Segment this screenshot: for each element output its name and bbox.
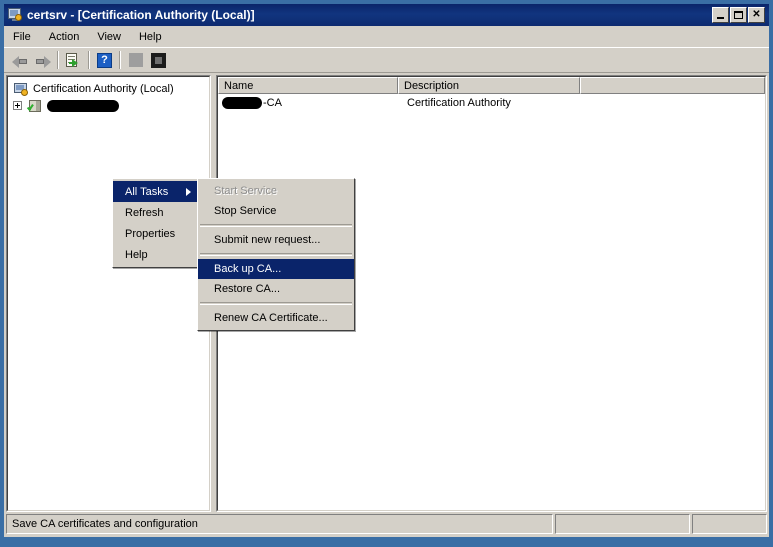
menu-item-label: Help (125, 248, 148, 261)
toolbar-separator (57, 51, 59, 69)
export-list-icon (66, 52, 81, 68)
status-bar: Save CA certificates and configuration (6, 514, 767, 534)
menu-item-label: All Tasks (125, 185, 169, 198)
status-bar-pane-3 (692, 514, 767, 534)
back-button[interactable] (8, 49, 31, 71)
menu-item-label: Refresh (125, 206, 164, 219)
certification-authority-icon (13, 81, 29, 97)
application-window: certsrv - [Certification Authority (Loca… (0, 0, 773, 547)
tree-item-certification-authority-local[interactable]: Certification Authority (Local) (8, 80, 209, 97)
context-menu-item-refresh[interactable]: Refresh (113, 202, 197, 223)
gray-square-icon (128, 53, 143, 67)
submenu-item-back-up-ca[interactable]: Back up CA... (198, 259, 354, 279)
mmc-console-icon[interactable] (7, 7, 23, 23)
cell-description: Certification Authority (407, 96, 511, 109)
menu-item-label: Renew CA Certificate... (214, 312, 328, 324)
column-header-blank[interactable] (580, 77, 765, 94)
submenu-item-restore-ca[interactable]: Restore CA... (198, 279, 354, 299)
console-tree-pane: Certification Authority (Local) (6, 75, 211, 512)
menu-view[interactable]: View (88, 28, 130, 46)
maximize-button[interactable] (730, 7, 747, 23)
column-header-description[interactable]: Description (398, 77, 580, 94)
forward-button[interactable] (31, 49, 54, 71)
properties-button[interactable] (147, 49, 170, 71)
toolbar-separator (88, 51, 90, 69)
submenu-item-renew-ca-certificate[interactable]: Renew CA Certificate... (198, 308, 354, 328)
submenu-item-stop-service[interactable]: Stop Service (198, 201, 354, 221)
menu-separator (200, 253, 352, 256)
back-arrow-icon (11, 54, 28, 68)
column-header-name[interactable]: Name (218, 77, 398, 94)
cell-name: -CA (222, 96, 402, 109)
menu-file[interactable]: File (4, 28, 40, 46)
minimize-icon (717, 17, 724, 19)
help-button[interactable]: ? (93, 49, 116, 71)
expand-plus-icon[interactable] (13, 101, 22, 110)
export-list-button[interactable] (62, 49, 85, 71)
show-hide-tree-button[interactable] (124, 49, 147, 71)
tree-item-label: Certification Authority (Local) (33, 82, 174, 95)
status-bar-pane-2 (555, 514, 690, 534)
context-menu-item-properties[interactable]: Properties (113, 223, 197, 244)
status-bar-message: Save CA certificates and configuration (6, 514, 553, 534)
context-menu-item-all-tasks[interactable]: All Tasks (113, 181, 197, 202)
menu-item-label: Back up CA... (214, 263, 282, 275)
minimize-button[interactable] (712, 7, 729, 23)
context-menu: All Tasks Refresh Properties Help (112, 178, 198, 268)
client-area: File Action View Help ? Certification Au… (4, 26, 769, 537)
close-icon: ✕ (752, 8, 761, 20)
menu-item-label: Stop Service (214, 205, 277, 217)
ca-certificate-icon (27, 98, 43, 114)
menu-item-label: Submit new request... (214, 234, 321, 246)
panes-container: Certification Authority (Local) Name Des… (6, 75, 767, 512)
window-title: certsrv - [Certification Authority (Loca… (27, 8, 255, 22)
menu-item-label: Restore CA... (214, 283, 281, 295)
all-tasks-submenu: Start Service Stop Service Submit new re… (197, 178, 355, 331)
dark-square-icon (151, 52, 166, 68)
maximize-icon (734, 11, 743, 19)
submenu-item-start-service: Start Service (198, 181, 354, 201)
chevron-right-icon (186, 187, 191, 196)
menu-item-label: Properties (125, 227, 176, 240)
window-controls: ✕ (711, 7, 765, 23)
menu-separator (200, 224, 352, 227)
gear-icon (15, 14, 22, 21)
menu-action[interactable]: Action (40, 28, 89, 46)
menu-bar: File Action View Help (4, 26, 769, 48)
menu-separator (200, 302, 352, 305)
console-tree: Certification Authority (Local) (7, 76, 210, 511)
table-row[interactable]: -CA Certification Authority (218, 94, 765, 111)
list-column-headers: Name Description (218, 77, 765, 94)
redacted-ca-name (47, 99, 119, 112)
menu-item-label: Start Service (214, 185, 277, 197)
toolbar: ? (4, 47, 769, 73)
forward-arrow-icon (35, 54, 51, 68)
question-mark-icon: ? (97, 52, 112, 68)
context-menu-item-help[interactable]: Help (113, 244, 197, 265)
close-button[interactable]: ✕ (748, 7, 765, 23)
submenu-item-submit-new-request[interactable]: Submit new request... (198, 230, 354, 250)
menu-help[interactable]: Help (130, 28, 171, 46)
redacted-ca-name (222, 96, 262, 109)
title-bar: certsrv - [Certification Authority (Loca… (4, 4, 769, 26)
toolbar-separator (119, 51, 121, 69)
cell-name-suffix: -CA (263, 96, 282, 109)
tree-item-ca-server[interactable] (8, 97, 209, 114)
